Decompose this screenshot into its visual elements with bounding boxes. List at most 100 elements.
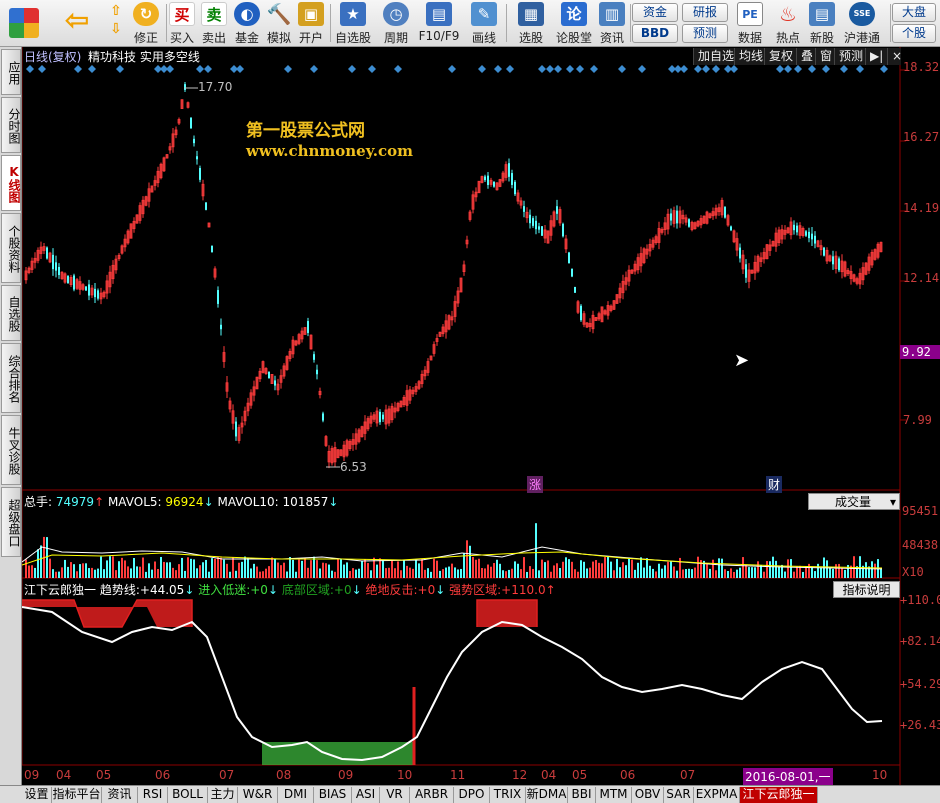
bbd-button[interactable]: BBD (632, 24, 678, 43)
scroll-up-down[interactable]: ⇧ ⇩ (104, 2, 128, 45)
volume-bar (76, 571, 78, 578)
indicator-tab[interactable]: 设置 (22, 787, 52, 803)
volume-bar (826, 560, 828, 578)
indicator-tab[interactable]: 指标平台 (52, 787, 102, 803)
fund-button[interactable]: ◐ 基金 (232, 2, 262, 45)
volume-legend: 总手: 74979↑ MAVOL5: 96924↓ MAVOL10: 10185… (24, 493, 338, 510)
kline-period-label: 日线(复权) (24, 50, 82, 64)
forecast-chart-button[interactable]: 预测 (834, 48, 868, 65)
separator (506, 4, 507, 42)
volume-bar (184, 570, 186, 578)
volume-bar (271, 557, 273, 578)
volume-bar (241, 561, 243, 578)
indicator-tab[interactable]: 新DMA (526, 787, 568, 803)
indicator-tab[interactable]: VR (380, 787, 410, 803)
open-account-button[interactable]: ▣ 开户 (296, 2, 326, 45)
indicator-tab[interactable]: ASI (352, 787, 380, 803)
simulate-label: 模拟 (266, 31, 291, 45)
indicator-tab[interactable]: BBI (568, 787, 596, 803)
sell-button[interactable]: 卖 卖出 (200, 2, 228, 45)
hotspot-button[interactable]: ♨ 热点 (772, 2, 804, 45)
signal-diamond (506, 65, 514, 73)
tab-ranking[interactable]: 综合排名 (1, 343, 21, 413)
candle-body-down (538, 226, 540, 230)
period-button[interactable]: ◷ 周期 (378, 2, 414, 45)
forum-button[interactable]: 论 论股堂 (554, 2, 594, 45)
hotspot-label: 热点 (775, 31, 800, 45)
indicator-tab[interactable]: ARBR (410, 787, 454, 803)
stock-screen-button[interactable]: ▦ 选股 (510, 2, 552, 45)
indicator-tab[interactable]: BOLL (168, 787, 208, 803)
ma-button[interactable]: 均线 (734, 48, 768, 65)
indicator-tab[interactable]: SAR (664, 787, 694, 803)
candle-body-down (211, 245, 213, 253)
volume-bar (481, 568, 483, 578)
screen-icon: ▦ (518, 2, 544, 26)
window-button[interactable]: 窗 (815, 48, 837, 65)
chart-canvas[interactable] (22, 47, 940, 785)
add-watchlist-button[interactable]: 加自选 (693, 48, 739, 65)
tab-diagnosis[interactable]: 牛叉诊股 (1, 415, 21, 485)
indicator-tab[interactable]: OBV (632, 787, 664, 803)
forecast-button[interactable]: 预测 (682, 24, 728, 43)
indicator-tab[interactable]: W&R (238, 787, 278, 803)
signal-diamond (566, 65, 574, 73)
overlay-button[interactable]: 叠 (796, 48, 818, 65)
simulate-button[interactable]: 🔨 模拟 (264, 2, 294, 45)
new-stock-button[interactable]: ▤ 新股 (806, 2, 838, 45)
volume-bar (553, 565, 555, 578)
volume-bar (844, 569, 846, 578)
research-report-button[interactable]: 研报 (682, 3, 728, 22)
tab-apps[interactable]: 应用 (1, 49, 21, 95)
event-mark-finance[interactable]: 财 (766, 476, 783, 493)
tab-kline[interactable]: K线图 (1, 155, 21, 211)
candle-body-down (529, 214, 531, 224)
tab-super-board[interactable]: 超级盘口 (1, 487, 21, 557)
expand-icon[interactable]: ▶| (865, 48, 887, 65)
app-logo-button[interactable] (4, 2, 44, 45)
indicator-explain-button[interactable]: 指标说明 (833, 581, 900, 598)
indicator-tab[interactable]: RSI (138, 787, 168, 803)
data-button[interactable]: PE 数据 (732, 2, 768, 45)
indicator-tab[interactable]: TRIX (490, 787, 526, 803)
tab-watchlist[interactable]: 自选股 (1, 285, 21, 341)
volume-bar (40, 545, 42, 578)
tab-intraday[interactable]: 分时图 (1, 97, 21, 153)
candle-body-down (484, 176, 486, 181)
indicator-tab[interactable]: 资讯 (102, 787, 138, 803)
candle-body-down (532, 218, 534, 226)
adjust-button[interactable]: 复权 (764, 48, 798, 65)
volume-bar (451, 563, 453, 578)
hk-connect-button[interactable]: SSE 沪港通 (840, 2, 884, 45)
indicator-tab[interactable]: 主力 (208, 787, 238, 803)
event-mark-limit-up[interactable]: 涨 (527, 476, 544, 493)
indicator-tab[interactable]: DMI (278, 787, 314, 803)
close-icon[interactable]: × (887, 48, 902, 65)
volume-bar (805, 567, 807, 578)
draw-line-button[interactable]: ✎ 画线 (466, 2, 502, 45)
indicator-tab[interactable]: BIAS (314, 787, 352, 803)
indicator-tab[interactable]: DPO (454, 787, 490, 803)
document-icon: ▤ (426, 2, 452, 26)
market-button[interactable]: 大盘 (892, 3, 936, 22)
volume-bar (478, 558, 480, 578)
tab-stock-profile[interactable]: 个股资料 (1, 213, 21, 283)
news-button[interactable]: ▥ 资讯 (596, 2, 628, 45)
separator (330, 4, 331, 42)
f10-button[interactable]: ▤ F10/F9 (418, 2, 460, 45)
down-arrow-icon: ↓ (435, 583, 446, 597)
watchlist-button[interactable]: ★ 自选股 (332, 2, 374, 45)
buy-button[interactable]: 买 买入 (168, 2, 196, 45)
back-button[interactable]: ⇦ (58, 2, 96, 45)
refresh-button[interactable]: ↻ 修正 (130, 2, 162, 45)
indicator-tab[interactable]: MTM (596, 787, 632, 803)
capital-button[interactable]: 资金 (632, 3, 678, 22)
flame-icon: ♨ (779, 2, 797, 26)
volume-bar (757, 561, 759, 578)
single-stock-button[interactable]: 个股 (892, 24, 936, 43)
indicator-tab[interactable]: EXPMA (694, 787, 740, 803)
volume-tick: 48438 (902, 538, 939, 552)
volume-bar (322, 562, 324, 578)
volume-indicator-selector[interactable]: 成交量 ▾ (808, 493, 900, 510)
indicator-tab[interactable]: 江下云郎独一 (740, 787, 818, 803)
